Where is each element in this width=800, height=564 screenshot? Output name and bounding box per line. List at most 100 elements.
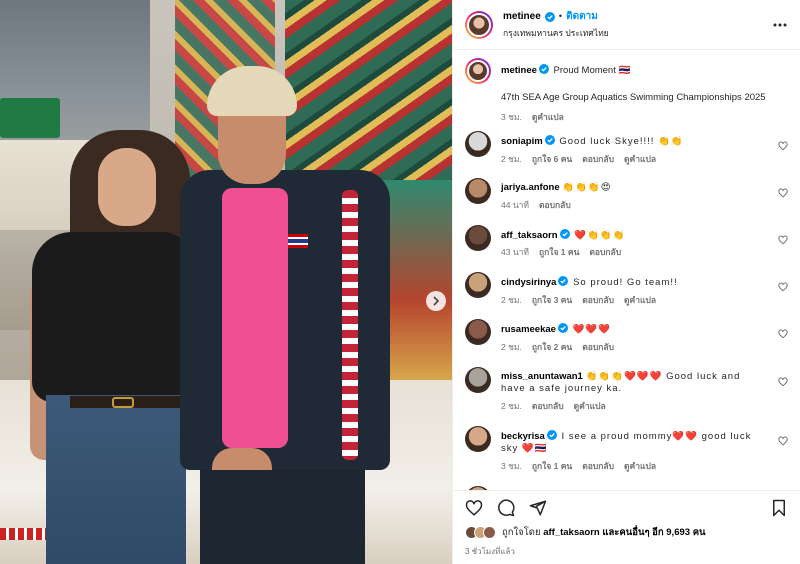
comment-item: punika_polfah 👏👏👏 <box>465 485 788 490</box>
comment-like-count[interactable]: ถูกใจ 1 คน <box>532 461 572 472</box>
liker-avatars <box>465 526 496 539</box>
comment-item: aff_taksaorn ❤️👏👏👏 43 นาที ถูกใจ 1 คน ตอบกล… <box>465 224 788 259</box>
comment-like-heart-icon[interactable] <box>778 282 788 292</box>
comment-text: ❤️❤️❤️ <box>572 324 612 336</box>
comment-like-heart-icon[interactable] <box>778 436 788 446</box>
commenter-avatar[interactable] <box>465 178 491 205</box>
photo-woman-top <box>32 232 192 402</box>
post-location[interactable]: กรุงเทพมหานคร ประเทศไทย <box>503 26 772 40</box>
photo-giant-statue <box>380 180 452 380</box>
comment-like-heart-icon[interactable] <box>778 141 788 151</box>
reply-button[interactable]: ตอบกลับ <box>582 154 614 165</box>
commenter-avatar[interactable] <box>465 271 491 298</box>
comment-time: 2 ชม. <box>501 153 522 164</box>
post-time: 3 ชั่วโมงที่แล้ว <box>465 547 515 556</box>
reply-button[interactable]: ตอบกลับ <box>589 247 621 258</box>
commenter-username[interactable]: cindysirinya <box>501 277 556 288</box>
caption-username[interactable]: metinee <box>501 65 537 76</box>
verified-badge-icon <box>559 228 570 239</box>
commenter-avatar[interactable] <box>465 319 491 346</box>
liked-by-user[interactable]: aff_taksaorn <box>543 527 600 538</box>
photo-woman-face <box>98 148 156 226</box>
bookmark-icon[interactable] <box>770 499 788 517</box>
reply-button[interactable]: ตอบกลับ <box>532 401 564 412</box>
comment-like-count[interactable]: ถูกใจ 2 คน <box>532 342 572 353</box>
liked-by-prefix: ถูกใจโดย <box>502 527 541 538</box>
verified-badge-icon <box>544 11 555 22</box>
next-photo-button[interactable] <box>426 291 446 311</box>
comment-time: 3 ชม. <box>501 461 522 472</box>
commenter-username[interactable]: beckyrisa <box>501 431 545 442</box>
comment-item: jariya.anfone 👏👏👏😍 44 นาที ตอบกลับ <box>465 178 788 211</box>
commenter-username[interactable]: soniapim <box>501 136 543 147</box>
author-username[interactable]: metinee <box>503 11 541 22</box>
comment-time: 2 ชม. <box>501 342 522 353</box>
liked-by-suffix[interactable]: และคนอื่นๆ อีก 9,693 คน <box>602 525 705 540</box>
comment-text: Good luck Skye!!!! 👏👏 <box>559 136 684 148</box>
comment-time: 2 ชม. <box>501 294 522 305</box>
caption-translate-link[interactable]: ดูคำแปล <box>532 112 564 123</box>
commenter-avatar[interactable] <box>465 224 491 251</box>
comment-item: miss_anuntawan1 👏👏👏❤️❤️❤️ Good luck and … <box>465 366 788 413</box>
translate-link[interactable]: ดูคำแปล <box>624 295 656 306</box>
commenter-username[interactable]: miss_anuntawan1 <box>501 371 583 382</box>
comment-time: 2 ชม. <box>501 401 522 412</box>
translate-link[interactable]: ดูคำแปล <box>574 401 606 412</box>
comment-time: 43 นาที <box>501 247 530 258</box>
commenter-avatar[interactable] <box>465 485 491 490</box>
commenter-avatar[interactable] <box>465 425 491 452</box>
post-sidebar: metinee • ติดตาม กรุงเทพมหานคร ประเทศไทย <box>452 0 800 564</box>
comment-like-count[interactable]: ถูกใจ 3 คน <box>532 295 572 306</box>
comment-like-heart-icon[interactable] <box>778 377 788 387</box>
follow-button[interactable]: ติดตาม <box>566 9 598 24</box>
photo-store-sign <box>0 98 60 138</box>
reply-button[interactable]: ตอบกลับ <box>582 295 614 306</box>
translate-link[interactable]: ดูคำแปล <box>624 461 656 472</box>
header-separator: • <box>558 11 563 22</box>
translate-link[interactable]: ดูคำแปล <box>624 154 656 165</box>
caption-line2: 47th SEA Age Group Aquatics Swimming Cha… <box>501 91 766 103</box>
photo-woman-buckle <box>112 397 134 408</box>
commenter-username[interactable]: jariya.anfone <box>501 182 560 193</box>
likes-summary[interactable]: ถูกใจโดย aff_taksaorn และคนอื่นๆ อีก 9,6… <box>465 525 788 540</box>
chevron-right-icon <box>433 296 440 306</box>
more-options-button[interactable] <box>772 17 788 33</box>
instagram-post: metinee • ติดตาม กรุงเทพมหานคร ประเทศไทย <box>0 0 800 564</box>
reply-button[interactable]: ตอบกลับ <box>539 200 571 211</box>
post-photo[interactable] <box>0 0 452 564</box>
comment-text: So proud! Go team!! <box>573 276 678 288</box>
comment-item: soniapim Good luck Skye!!!! 👏👏 2 ชม. ถูกใจ… <box>465 131 788 165</box>
comment-like-count[interactable]: ถูกใจ 6 คน <box>532 154 572 165</box>
reply-button[interactable]: ตอบกลับ <box>582 342 614 353</box>
comment-item: rusameekae ❤️❤️❤️ 2 ชม. ถูกใจ 2 คน ตอบกลับ <box>465 319 788 353</box>
photo-thai-flag-patch <box>288 234 308 248</box>
comments-list[interactable]: metinee Proud Moment 🇹🇭 47th SEA Age Gro… <box>453 50 800 490</box>
comment-thread: soniapim Good luck Skye!!!! 👏👏 2 ชม. ถูกใจ… <box>465 131 788 490</box>
commenter-username[interactable]: rusameekae <box>501 324 556 335</box>
heart-icon[interactable] <box>465 499 483 517</box>
commenter-avatar[interactable] <box>465 366 491 393</box>
caption-line1: Proud Moment 🇹🇭 <box>553 65 631 76</box>
share-icon[interactable] <box>529 499 547 517</box>
photo-boy-shirt <box>222 188 288 448</box>
comment-like-heart-icon[interactable] <box>778 235 788 245</box>
author-avatar[interactable] <box>465 10 493 39</box>
comment-like-heart-icon[interactable] <box>778 329 788 339</box>
commenter-username[interactable]: aff_taksaorn <box>501 230 558 241</box>
verified-badge-icon <box>558 275 569 286</box>
post-header: metinee • ติดตาม กรุงเทพมหานคร ประเทศไทย <box>453 0 800 50</box>
photo-boy-shorts <box>200 470 365 564</box>
comment-text: ❤️👏👏👏 <box>574 229 626 241</box>
verified-badge-icon <box>538 64 549 74</box>
post-actions: ถูกใจโดย aff_taksaorn และคนอื่นๆ อีก 9,6… <box>453 490 800 564</box>
caption-author-avatar[interactable] <box>465 58 491 84</box>
caption-time: 3 ชม. <box>501 111 522 122</box>
commenter-avatar[interactable] <box>465 131 491 158</box>
comment-icon[interactable] <box>497 499 515 517</box>
reply-button[interactable]: ตอบกลับ <box>582 461 614 472</box>
caption: metinee Proud Moment 🇹🇭 47th SEA Age Gro… <box>465 58 788 123</box>
comment-like-heart-icon[interactable] <box>778 188 788 198</box>
photo-woman-jeans <box>46 395 186 564</box>
comment-like-count[interactable]: ถูกใจ 1 คน <box>539 247 579 258</box>
photo-boy-jacket-stripe <box>342 190 358 460</box>
